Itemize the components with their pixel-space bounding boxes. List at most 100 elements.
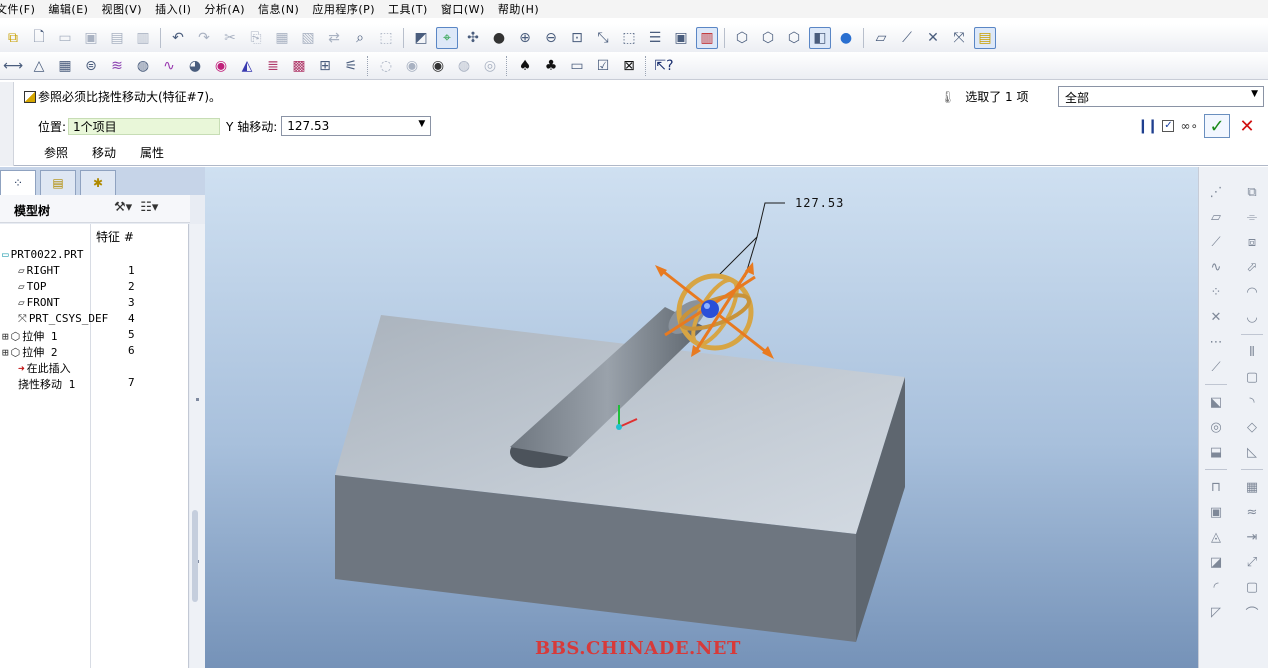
spade-icon[interactable]: ♠ [514,55,536,77]
round-edge-icon[interactable]: ◝ [1242,391,1262,413]
hidden-line-icon[interactable]: ⬡ [757,27,779,49]
club-icon[interactable]: ♣ [540,55,562,77]
tab-move[interactable]: 移动 [92,144,116,161]
toolbar-grip[interactable] [506,55,509,76]
cancel-button[interactable]: ✕ [1236,114,1258,138]
analysis-feature-icon[interactable]: ⋯ [1206,331,1226,353]
boundary-icon[interactable]: ◡ [1242,306,1262,328]
selection-filter-select[interactable]: 全部 ▼ [1058,86,1264,107]
measure-length-icon[interactable]: ⟷ [2,55,24,77]
move-icon[interactable]: ⤢ [1242,551,1262,573]
menu-window[interactable]: 窗口(W) [441,1,494,17]
redo-icon[interactable]: ↷ [193,27,215,49]
menu-tools[interactable]: 工具(T) [388,1,437,17]
merge-icon[interactable]: ⧈ [1242,231,1262,253]
curvature-icon[interactable]: ≋ [106,55,128,77]
wireframe-icon[interactable]: ⬡ [731,27,753,49]
wave-icon[interactable]: ≈ [1242,501,1262,523]
orient-icon[interactable]: ✣ [462,27,484,49]
tree-item-extrude-2[interactable]: ⊞ ⬡ 拉伸 2 6 [0,344,189,360]
copy-feature-icon[interactable]: ⧉ [1242,181,1262,203]
dihedral-icon[interactable]: ⚟ [340,55,362,77]
annotation-display-icon[interactable]: ▤ [974,27,996,49]
step-icon[interactable]: ⇥ [1242,526,1262,548]
deviation-icon[interactable]: ▩ [288,55,310,77]
flip-icon[interactable]: ⫴ [1242,341,1262,363]
measure-table-icon[interactable]: ▦ [54,55,76,77]
preview-glasses-icon[interactable]: ∞∘ [1180,119,1198,133]
help-icon[interactable]: ⇱? [653,55,675,77]
tab-references[interactable]: 参照 [44,144,68,161]
tree-item-top[interactable]: ▱ TOP 2 [0,280,189,296]
toolbar-grip[interactable] [367,55,370,76]
draft-icon[interactable]: ◪ [1206,551,1226,573]
shade-curvature-icon[interactable]: ◕ [184,55,206,77]
undo-icon[interactable]: ↶ [167,27,189,49]
tree-item-extrude-1[interactable]: ⊞ ⬡ 拉伸 1 5 [0,328,189,344]
csys-display-icon[interactable]: ⤧ [948,27,970,49]
appearance-icon[interactable]: ● [488,27,510,49]
saved-views-icon[interactable]: ⬚ [618,27,640,49]
expand-icon[interactable]: ⊞ [2,346,9,359]
splitter-handle[interactable] [192,510,198,602]
move-distance-select[interactable]: 127.53 ▼ [281,116,432,136]
axis-display-icon[interactable]: ⟋ [896,27,918,49]
cut-icon[interactable]: ⌒ [1242,601,1262,623]
color-icon[interactable]: ▥ [696,27,718,49]
position-collector[interactable]: 1个项目 [68,117,221,135]
visibility-icon[interactable]: ◎ [479,55,501,77]
mirror-icon[interactable]: ⌯ [1242,206,1262,228]
chamfer-icon[interactable]: ◸ [1206,601,1226,623]
copy-icon[interactable]: ⎘ [245,27,267,49]
ok-button[interactable]: ✓ [1204,114,1230,138]
plane-display-icon[interactable]: ▱ [870,27,892,49]
menu-info[interactable]: 信息(N) [258,1,308,17]
feature-icon[interactable]: ⧉ [2,27,24,49]
pause-icon[interactable]: ❙❙ [1137,118,1159,134]
datum-plane-icon[interactable]: ▱ [1206,206,1226,228]
regenerate-icon[interactable]: ⇄ [323,27,345,49]
replace-icon[interactable]: ◺ [1242,441,1262,463]
select-box-icon[interactable]: ⬚ [375,27,397,49]
solidify-icon[interactable]: ▢ [1242,366,1262,388]
layers-icon[interactable]: ☰ [644,27,666,49]
graphics-window[interactable]: 127.53 BBS.CHINADE.NET [205,167,1198,668]
model-view[interactable] [205,167,1198,668]
navigator-splitter[interactable] [190,224,205,668]
revolve-icon[interactable]: ◎ [1206,416,1226,438]
open-icon[interactable]: ▭ [54,27,76,49]
slope-icon[interactable]: ≣ [262,55,284,77]
paste-special-icon[interactable]: ▧ [297,27,319,49]
model-tree-icon[interactable]: ● [835,27,857,49]
menu-file[interactable]: 文件(F) [0,1,44,17]
square-icon[interactable]: ▢ [1242,576,1262,598]
tree-item-right[interactable]: ▱ RIGHT 1 [0,264,189,280]
tree-item-front[interactable]: ▱ FRONT 3 [0,296,189,312]
tree-item-insert-here[interactable]: ➜ 在此插入 [0,360,189,376]
publish-icon[interactable]: ⟋ [1206,356,1226,378]
tab-properties[interactable]: 属性 [140,144,164,161]
rib-icon[interactable]: ◬ [1206,526,1226,548]
paste-icon[interactable]: ▦ [271,27,293,49]
find-icon[interactable]: ⌕ [349,27,371,49]
datum-point-icon[interactable]: ⁘ [1206,281,1226,303]
offset-icon[interactable]: ◠ [1242,281,1262,303]
save-copy-icon[interactable]: ▤ [106,27,128,49]
trim-icon[interactable]: ⬀ [1242,256,1262,278]
sketch-icon[interactable]: ⋰ [1206,181,1226,203]
no-hidden-icon[interactable]: ⬡ [783,27,805,49]
dimension-value[interactable]: 127.53 [795,196,844,210]
zoom-out-icon[interactable]: ⊖ [540,27,562,49]
csys-icon[interactable]: ✕ [1206,306,1226,328]
new-file-icon[interactable]: 🗋 [28,27,50,49]
offset-icon[interactable]: ∿ [158,55,180,77]
backup-icon[interactable]: ▥ [132,27,154,49]
shading-icon[interactable]: ◧ [809,27,831,49]
tree-item-part[interactable]: ▭ PRT0022.PRT [0,248,189,264]
spin-center-icon[interactable]: ⌖ [436,27,458,49]
menu-edit[interactable]: 编辑(E) [48,1,97,17]
tab-folder-browser[interactable]: ▤ [40,170,76,195]
menu-view[interactable]: 视图(V) [101,1,151,17]
unhide-icon[interactable]: ◉ [427,55,449,77]
datum-curve-icon[interactable]: ∿ [1206,256,1226,278]
